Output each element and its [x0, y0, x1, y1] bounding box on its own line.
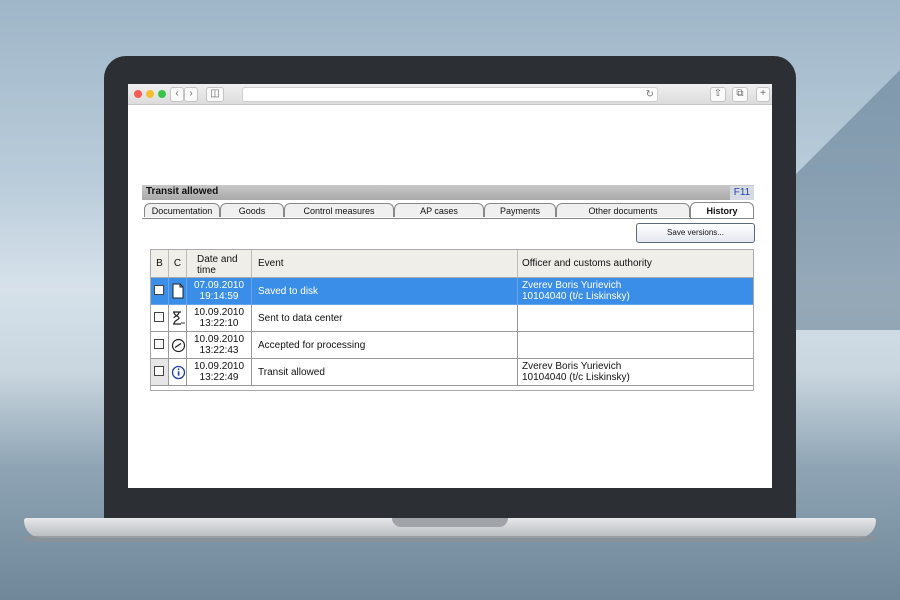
address-bar[interactable]: ↻: [242, 87, 658, 102]
date-value: 10.09.2010: [193, 361, 245, 372]
officer-cell: Zverev Boris Yurievich 10104040 (t/c Lis…: [518, 359, 753, 386]
new-tab-icon[interactable]: +: [756, 87, 770, 102]
history-table: B C Date and time Event Officer and cust…: [150, 249, 754, 391]
officer-name: Zverev Boris Yurievich: [522, 280, 622, 291]
column-header-c[interactable]: C: [169, 250, 187, 278]
laptop-notch: [392, 518, 508, 527]
b-checkbox[interactable]: [154, 285, 164, 295]
browser-toolbar: ‹ › ◫ ↻ ⇧ ⧉ +: [128, 84, 772, 105]
share-icon[interactable]: ⇧: [710, 87, 726, 102]
c-cell: [169, 332, 187, 359]
back-arrow-icon[interactable]: ‹: [170, 87, 184, 102]
window-title: Transit allowed: [146, 186, 219, 197]
sidebar-toggle-icon[interactable]: ◫: [206, 87, 224, 102]
column-header-datetime[interactable]: Date and time: [187, 250, 252, 278]
date-value: 07.09.2010: [193, 280, 245, 291]
c-cell: [169, 305, 187, 332]
tab-control-measures[interactable]: Control measures: [284, 203, 394, 217]
hourglass-icon: [173, 311, 185, 325]
b-checkbox[interactable]: [154, 339, 164, 349]
forward-arrow-icon[interactable]: ›: [184, 87, 198, 102]
column-header-b[interactable]: B: [151, 250, 169, 278]
customs-application: Transit allowed F11 Documentation Goods …: [142, 185, 755, 391]
close-window-dot[interactable]: [134, 90, 142, 98]
table-row[interactable]: 10.09.2010 13:22:49 Transit allowed Zver…: [151, 359, 753, 386]
officer-cell: [518, 305, 753, 332]
save-versions-button[interactable]: Save versions...: [636, 223, 755, 243]
event-cell: Saved to disk: [252, 278, 518, 305]
datetime-cell: 07.09.2010 19:14:59: [187, 278, 252, 305]
tab-documentation[interactable]: Documentation: [144, 203, 220, 217]
shortcut-key-label[interactable]: F11: [730, 186, 754, 200]
document-icon: [172, 283, 184, 299]
tab-payments[interactable]: Payments: [484, 203, 556, 217]
datetime-cell: 10.09.2010 13:22:10: [187, 305, 252, 332]
reload-icon[interactable]: ↻: [646, 88, 654, 101]
officer-cell: [518, 332, 753, 359]
window-title-bar: Transit allowed F11: [142, 185, 754, 200]
maximize-window-dot[interactable]: [158, 90, 166, 98]
tab-bar: Documentation Goods Control measures AP …: [142, 202, 754, 218]
time-value: 13:22:10: [199, 318, 239, 329]
table-row[interactable]: 07.09.2010 19:14:59 Saved to disk Zverev…: [151, 278, 753, 305]
officer-name: Zverev Boris Yurievich: [522, 361, 622, 372]
info-icon: [171, 365, 186, 380]
column-header-officer[interactable]: Officer and customs authority: [518, 250, 753, 278]
b-cell: [151, 305, 169, 332]
time-value: 13:22:49: [199, 372, 239, 383]
b-cell: [151, 359, 169, 386]
tabs-overview-icon[interactable]: ⧉: [732, 87, 748, 102]
date-value: 10.09.2010: [193, 307, 245, 318]
b-checkbox[interactable]: [154, 312, 164, 322]
officer-authority: 10104040 (t/c Liskinsky): [522, 372, 630, 383]
c-cell: [169, 359, 187, 386]
column-header-datetime-line2: time: [197, 265, 216, 276]
event-cell: Accepted for processing: [252, 332, 518, 359]
b-cell: [151, 278, 169, 305]
datetime-cell: 10.09.2010 13:22:49: [187, 359, 252, 386]
event-cell: Transit allowed: [252, 359, 518, 386]
gauge-icon: [171, 338, 186, 353]
c-cell: [169, 278, 187, 305]
date-value: 10.09.2010: [193, 334, 245, 345]
event-cell: Sent to data center: [252, 305, 518, 332]
column-header-event[interactable]: Event: [252, 250, 518, 278]
tab-divider: [142, 218, 754, 219]
officer-cell: Zverev Boris Yurievich 10104040 (t/c Lis…: [518, 278, 753, 305]
minimize-window-dot[interactable]: [146, 90, 154, 98]
tab-ap-cases[interactable]: AP cases: [394, 203, 484, 217]
tab-goods[interactable]: Goods: [220, 203, 284, 217]
b-cell: [151, 332, 169, 359]
datetime-cell: 10.09.2010 13:22:43: [187, 332, 252, 359]
table-row[interactable]: 10.09.2010 13:22:43 Accepted for process…: [151, 332, 753, 359]
tab-history[interactable]: History: [690, 202, 754, 218]
laptop-screen: ‹ › ◫ ↻ ⇧ ⧉ + Transit allowed F11 Docume…: [128, 84, 772, 488]
time-value: 13:22:43: [199, 345, 239, 356]
table-row[interactable]: 10.09.2010 13:22:10 Sent to data center: [151, 305, 753, 332]
tab-other-documents[interactable]: Other documents: [556, 203, 690, 217]
column-header-datetime-line1: Date and: [197, 254, 238, 265]
officer-authority: 10104040 (t/c Liskinsky): [522, 291, 630, 302]
laptop-foot: [24, 536, 876, 542]
b-checkbox[interactable]: [154, 366, 164, 376]
time-value: 19:14:59: [199, 291, 239, 302]
